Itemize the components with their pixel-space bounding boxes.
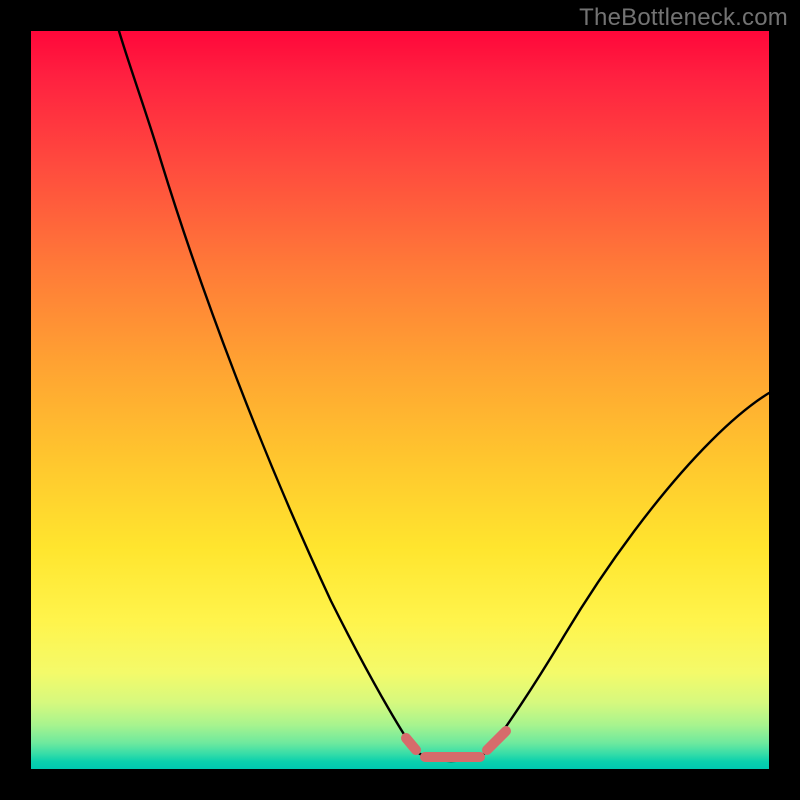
watermark-text: TheBottleneck.com — [579, 4, 788, 32]
curve-layer — [31, 31, 769, 769]
marker-segment-left — [406, 738, 416, 750]
plot-area — [31, 31, 769, 769]
bottleneck-curve-right — [489, 393, 769, 751]
chart-frame: TheBottleneck.com — [0, 0, 800, 800]
bottleneck-curve-left — [119, 31, 415, 751]
marker-segment-right — [487, 731, 506, 750]
